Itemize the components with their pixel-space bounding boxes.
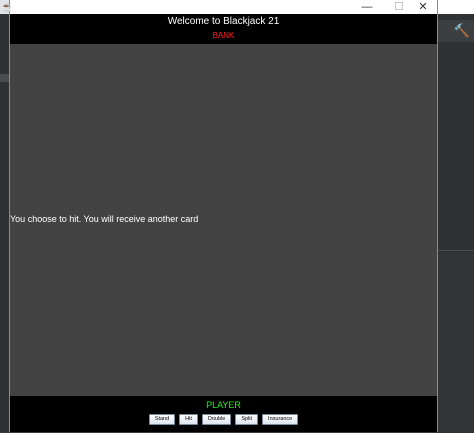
game-footer: PLAYER Stand Hit Double Split Insurance [10,396,437,432]
background-ide-right: 🔨 [437,0,474,433]
action-buttons: Stand Hit Double Split Insurance [10,414,437,425]
blackjack-window: ☕ — ☐ ✕ Welcome to Blackjack 21 BANK You… [1,0,438,432]
window-titlebar[interactable]: ☕ — ☐ ✕ [1,0,437,14]
hammer-icon[interactable]: 🔨 [453,22,471,40]
hit-button[interactable]: Hit [179,414,198,425]
double-button[interactable]: Double [201,414,232,425]
insurance-button[interactable]: Insurance [262,414,299,425]
java-app-icon: ☕ [1,2,13,12]
split-button[interactable]: Split [235,414,259,425]
game-header: Welcome to Blackjack 21 BANK [10,14,437,44]
game-table: You choose to hit. You will receive anot… [10,44,437,396]
stand-button[interactable]: Stand [148,414,176,425]
game-title: Welcome to Blackjack 21 [167,16,280,27]
close-button[interactable]: ✕ [410,0,436,14]
background-strip [437,0,474,14]
bank-label: BANK [212,31,235,40]
maximize-button[interactable]: ☐ [386,0,412,14]
ide-panel [437,250,474,433]
status-message: You choose to hit. You will receive anot… [10,214,199,224]
player-label: PLAYER [206,400,241,410]
minimize-button[interactable]: — [354,0,380,14]
